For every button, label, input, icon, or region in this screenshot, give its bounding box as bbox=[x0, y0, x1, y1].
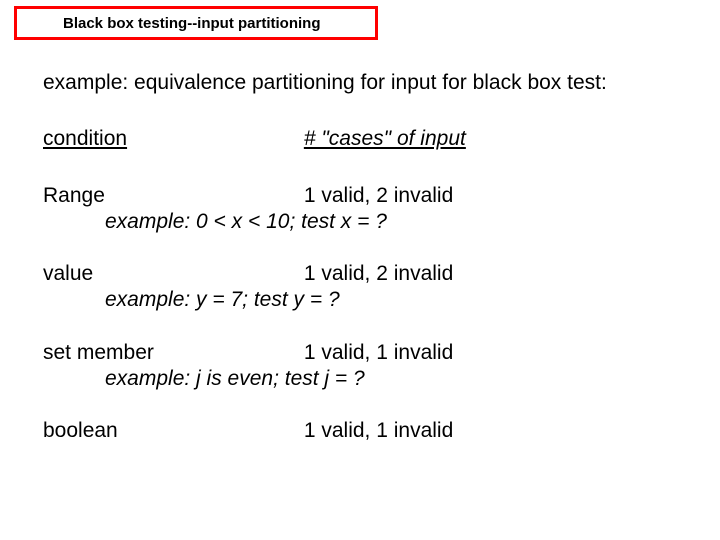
intro-text: example: equivalence partitioning for in… bbox=[43, 70, 670, 96]
row: boolean 1 valid, 1 invalid bbox=[43, 418, 670, 444]
block-setmember: set member 1 valid, 1 invalid example: j… bbox=[43, 340, 670, 393]
content: example: equivalence partitioning for in… bbox=[43, 70, 670, 470]
column-headers: condition # "cases" of input bbox=[43, 126, 670, 152]
condition-label: value bbox=[43, 261, 298, 287]
cases-value: 1 valid, 1 invalid bbox=[304, 418, 453, 444]
cases-value: 1 valid, 2 invalid bbox=[304, 183, 453, 209]
condition-label: set member bbox=[43, 340, 298, 366]
cases-value: 1 valid, 1 invalid bbox=[304, 340, 453, 366]
row: set member 1 valid, 1 invalid bbox=[43, 340, 670, 366]
condition-label: Range bbox=[43, 183, 298, 209]
header-condition: condition bbox=[43, 126, 298, 152]
block-value: value 1 valid, 2 invalid example: y = 7;… bbox=[43, 261, 670, 314]
header-cases: # "cases" of input bbox=[304, 126, 466, 152]
example-line: example: 0 < x < 10; test x = ? bbox=[43, 209, 670, 235]
example-line: example: j is even; test j = ? bbox=[43, 366, 670, 392]
example-line: example: y = 7; test y = ? bbox=[43, 287, 670, 313]
row: value 1 valid, 2 invalid bbox=[43, 261, 670, 287]
cases-value: 1 valid, 2 invalid bbox=[304, 261, 453, 287]
condition-label: boolean bbox=[43, 418, 298, 444]
title-box: Black box testing--input partitioning bbox=[14, 6, 378, 40]
block-boolean: boolean 1 valid, 1 invalid bbox=[43, 418, 670, 444]
block-range: Range 1 valid, 2 invalid example: 0 < x … bbox=[43, 183, 670, 236]
title-text: Black box testing--input partitioning bbox=[63, 15, 321, 32]
row: Range 1 valid, 2 invalid bbox=[43, 183, 670, 209]
